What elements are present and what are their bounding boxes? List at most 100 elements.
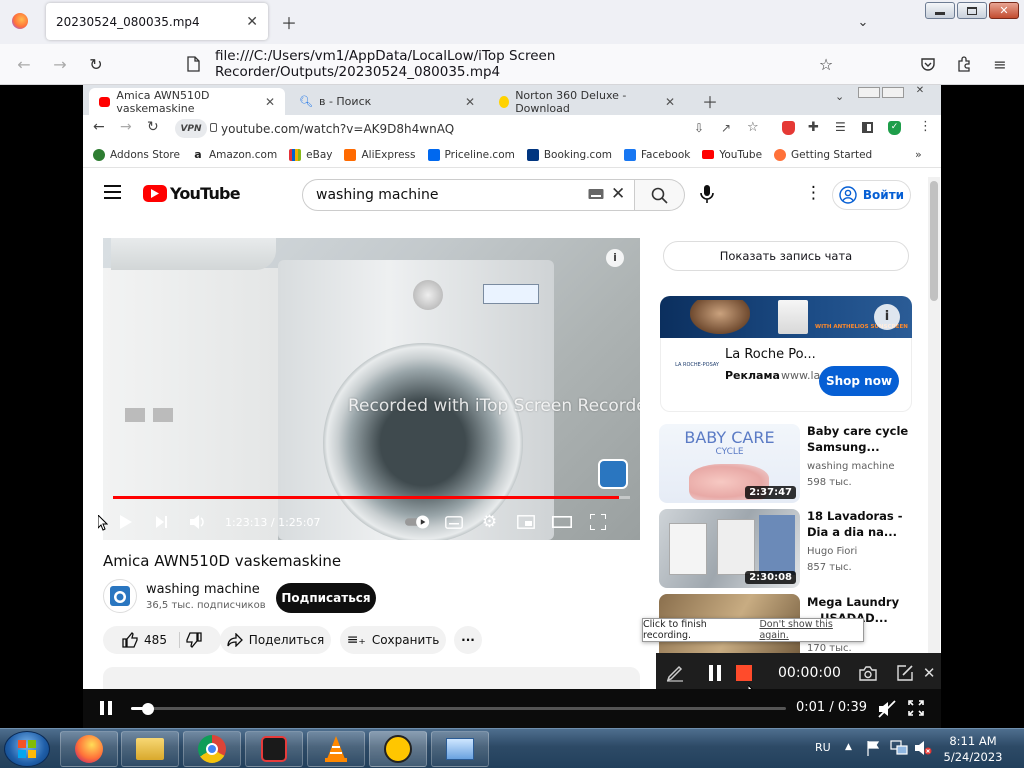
- close-tab-icon[interactable]: ✕: [665, 95, 675, 109]
- taskbar-clock[interactable]: 8:11 AM 5/24/2023: [938, 733, 1008, 765]
- brush-icon[interactable]: [666, 664, 684, 682]
- info-icon[interactable]: i: [606, 249, 624, 267]
- back-arrow-icon[interactable]: ←: [93, 119, 105, 135]
- page-scrollbar[interactable]: [928, 177, 940, 689]
- keyboard-icon[interactable]: [588, 188, 604, 200]
- site-info-icon[interactable]: [210, 123, 217, 132]
- chrome-tab-youtube[interactable]: Amica AWN510D vaskemaskine ✕: [89, 88, 285, 115]
- chrome-menu-icon[interactable]: ⋮: [919, 119, 932, 134]
- guide-menu-icon[interactable]: [104, 185, 121, 199]
- firefox-url-bar[interactable]: file:///C:/Users/vm1/AppData/LocalLow/iT…: [184, 48, 844, 80]
- taskbar-app-active[interactable]: [369, 731, 427, 767]
- norton-check-icon[interactable]: ✓: [888, 121, 901, 135]
- camera-icon[interactable]: [859, 665, 877, 681]
- next-icon[interactable]: [149, 509, 175, 535]
- language-indicator[interactable]: RU: [815, 741, 831, 754]
- firefox-menu-icon[interactable]: [12, 13, 28, 29]
- chrome-tab-norton[interactable]: Norton 360 Deluxe - Download ✕: [489, 88, 685, 115]
- settings-dots-icon[interactable]: ⋮: [805, 183, 822, 203]
- restore-window-button[interactable]: [957, 2, 987, 19]
- new-tab-icon[interactable]: ＋: [277, 10, 301, 34]
- bookmark-getting-started[interactable]: Getting Started: [774, 148, 872, 161]
- youtube-search-input[interactable]: washing machine ✕: [302, 179, 635, 211]
- start-button[interactable]: [4, 731, 50, 767]
- chrome-url-text[interactable]: youtube.com/watch?v=AK9D8h4wnAQ: [221, 115, 454, 142]
- volume-muted-icon[interactable]: [914, 740, 932, 756]
- autoplay-toggle[interactable]: [404, 509, 431, 535]
- edit-external-icon[interactable]: [897, 665, 913, 681]
- recommendation-title[interactable]: 18 Lavadoras - Dia a dia na...: [807, 508, 917, 540]
- youtube-logo[interactable]: YouTube: [143, 184, 241, 203]
- chrome-minimize-button[interactable]: [858, 87, 880, 98]
- close-window-button[interactable]: ✕: [989, 2, 1019, 19]
- signin-button[interactable]: Войти: [832, 180, 911, 210]
- dont-show-again-link[interactable]: Don't show this again.: [759, 619, 863, 641]
- bookmark-star-icon[interactable]: ☆: [747, 120, 759, 135]
- close-recorder-icon[interactable]: ✕: [923, 664, 936, 682]
- chrome-tab-search[interactable]: 🔍︎ в - Поиск ✕: [289, 88, 485, 115]
- bookmark-facebook[interactable]: Facebook: [623, 148, 690, 161]
- forward-arrow-icon[interactable]: →: [48, 52, 72, 76]
- clear-search-icon[interactable]: ✕: [611, 184, 625, 204]
- save-button[interactable]: ≡₊ Сохранить: [340, 626, 446, 654]
- like-button[interactable]: 485: [122, 632, 180, 648]
- more-actions-button[interactable]: ···: [454, 626, 482, 654]
- reload-icon[interactable]: ↻: [147, 119, 159, 135]
- network-icon[interactable]: [890, 740, 908, 756]
- show-hidden-icons-chevron[interactable]: ▲: [845, 742, 852, 752]
- fullscreen-icon[interactable]: [585, 509, 611, 535]
- video-description-box[interactable]: [103, 667, 640, 689]
- subtitles-icon[interactable]: [441, 509, 467, 535]
- vpn-badge[interactable]: VPN: [175, 119, 207, 138]
- subscribe-button[interactable]: Подписаться: [276, 583, 376, 613]
- firefox-active-tab[interactable]: 20230524_080035.mp4 ✕: [46, 3, 268, 40]
- show-chat-replay-button[interactable]: Показать запись чата: [663, 241, 909, 271]
- dislike-button[interactable]: [186, 632, 202, 648]
- forward-arrow-icon[interactable]: →: [120, 119, 132, 135]
- taskbar-screen-recorder[interactable]: [245, 731, 303, 767]
- bookmark-priceline[interactable]: Priceline.com: [427, 148, 515, 161]
- install-icon[interactable]: ⇩: [694, 121, 704, 135]
- ad-banner-image[interactable]: WITH ANTHELIOS SUNSCREEN i: [660, 296, 912, 338]
- share-icon[interactable]: ↗: [721, 121, 731, 135]
- theater-mode-icon[interactable]: [549, 509, 575, 535]
- back-arrow-icon[interactable]: ←: [12, 52, 36, 76]
- gear-icon[interactable]: ⚙: [477, 509, 503, 535]
- channel-name[interactable]: washing machine: [146, 582, 260, 597]
- chrome-close-button[interactable]: ✕: [906, 85, 934, 98]
- extensions-puzzle-icon[interactable]: [952, 52, 976, 76]
- new-tab-icon[interactable]: ＋: [702, 89, 718, 113]
- pause-icon[interactable]: [100, 701, 112, 715]
- volume-icon[interactable]: [185, 509, 211, 535]
- chrome-maximize-button[interactable]: [882, 87, 904, 98]
- media-seek-knob[interactable]: [142, 703, 155, 715]
- play-icon[interactable]: [113, 509, 139, 535]
- bookmark-aliexpress[interactable]: AliExpress: [344, 148, 416, 161]
- tab-search-chevron-icon[interactable]: ⌄: [835, 90, 844, 103]
- youtube-search-button[interactable]: [635, 179, 685, 211]
- taskbar-control-panel[interactable]: [431, 731, 489, 767]
- extensions-puzzle-icon[interactable]: ✚: [808, 120, 819, 135]
- ad-info-icon[interactable]: i: [874, 304, 900, 330]
- shop-now-button[interactable]: Shop now: [819, 366, 899, 396]
- channel-avatar[interactable]: [103, 579, 137, 613]
- media-seek-track[interactable]: [131, 707, 786, 710]
- side-panel-icon[interactable]: [862, 122, 873, 133]
- recommendation-thumbnail[interactable]: 2:30:08: [659, 509, 800, 588]
- recorder-pause-icon[interactable]: [708, 665, 722, 681]
- video-frame[interactable]: Amica AWN510D vaskemaskine ✕ 🔍︎ в - Поис…: [83, 85, 941, 689]
- close-tab-icon[interactable]: ✕: [265, 95, 275, 109]
- taskbar-firefox[interactable]: [60, 731, 118, 767]
- video-progress-track[interactable]: [113, 496, 630, 499]
- list-tabs-chevron-icon[interactable]: ⌄: [851, 10, 875, 34]
- adblock-shield-icon[interactable]: [782, 121, 795, 135]
- close-tab-icon[interactable]: ✕: [465, 95, 475, 109]
- hamburger-menu-icon[interactable]: ≡: [988, 52, 1012, 76]
- bookmark-ebay[interactable]: eBay: [289, 148, 332, 161]
- more-bookmarks-icon[interactable]: »: [915, 148, 922, 161]
- miniplayer-icon[interactable]: [513, 509, 539, 535]
- bookmark-addons-store[interactable]: Addons Store: [93, 148, 180, 161]
- mute-volume-icon[interactable]: [878, 700, 896, 718]
- bookmark-amazon[interactable]: a Amazon.com: [191, 148, 277, 161]
- voice-search-microphone-icon[interactable]: [700, 185, 714, 203]
